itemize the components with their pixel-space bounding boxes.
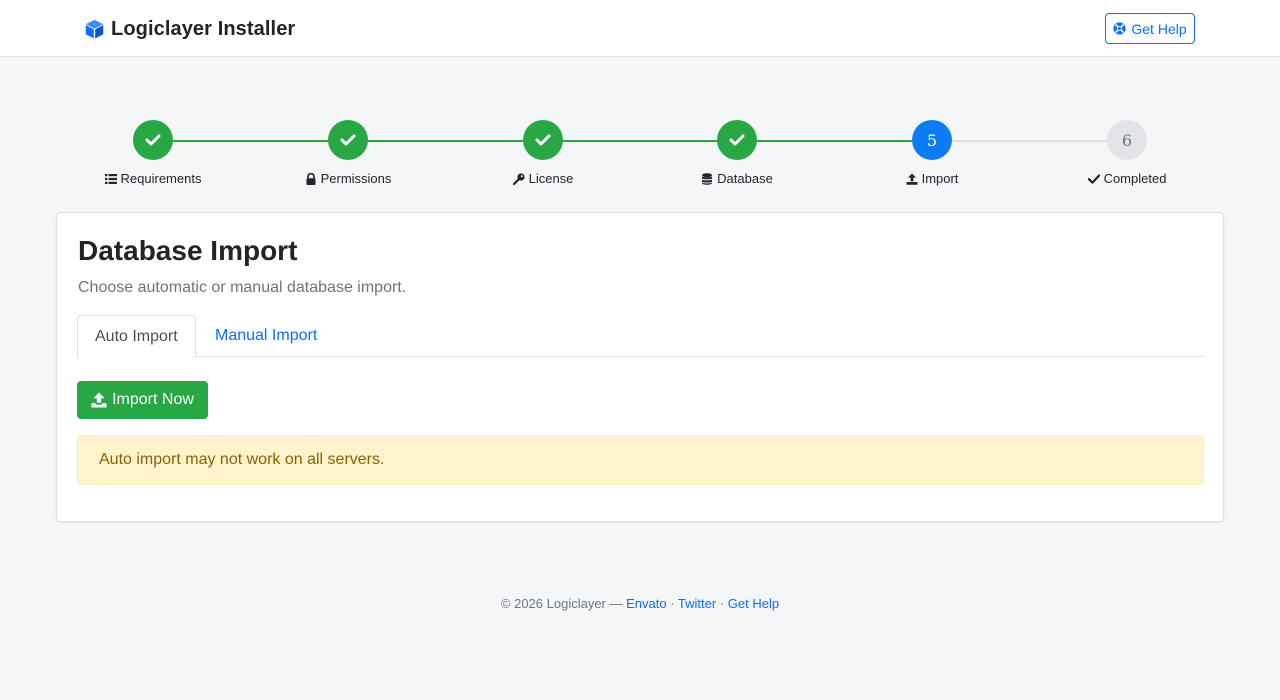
list-icon — [104, 173, 117, 184]
step-circle-done — [328, 120, 368, 160]
get-help-label: Get Help — [1131, 20, 1187, 37]
step-circle-done — [717, 120, 757, 160]
step-circle-pending: 6 — [1107, 120, 1147, 160]
step-number: 6 — [1121, 130, 1133, 150]
import-now-button[interactable]: Import Now — [77, 381, 208, 419]
step-completed[interactable]: 6 Completed — [1047, 120, 1207, 186]
step-number: 5 — [926, 130, 938, 150]
lock-icon — [306, 172, 316, 185]
step-circle-done — [523, 120, 563, 160]
upload-icon — [906, 173, 918, 185]
warning-alert: Auto import may not work on all servers. — [77, 435, 1204, 485]
step-label: Database — [717, 171, 773, 186]
step-label: License — [528, 171, 574, 186]
step-circle-active: 5 — [912, 120, 952, 160]
footer-link-envato[interactable]: Envato — [626, 596, 666, 611]
step-label: Requirements — [120, 171, 202, 186]
footer-separator: · — [716, 596, 728, 611]
page-subtitle: Choose automatic or manual database impo… — [78, 279, 407, 296]
check-icon — [340, 134, 356, 146]
get-help-button[interactable]: Get Help — [1105, 13, 1195, 44]
lifebuoy-icon — [1113, 22, 1126, 35]
database-icon — [702, 172, 713, 185]
footer-link-get-help[interactable]: Get Help — [728, 596, 779, 611]
step-label: Permissions — [320, 171, 392, 186]
step-label: Import — [921, 171, 959, 186]
tab-manual-import[interactable]: Manual Import — [198, 315, 334, 357]
step-license[interactable]: License — [463, 120, 623, 186]
step-import[interactable]: 5 Import — [852, 120, 1012, 186]
footer-copyright: © 2026 Logiclayer — — [500, 596, 627, 611]
installer-stepper: Requirements Permissions License Databas… — [0, 120, 1280, 192]
footer-separator: · — [666, 596, 678, 611]
import-tabs: Auto Import Manual Import — [77, 315, 1204, 358]
step-circle-done — [133, 120, 173, 160]
check-icon — [729, 134, 745, 146]
tab-auto-import[interactable]: Auto Import — [77, 315, 196, 358]
key-icon — [512, 172, 525, 185]
brand[interactable]: Logiclayer Installer — [84, 17, 295, 41]
cube-icon — [85, 19, 104, 39]
footer: © 2026 Logiclayer — Envato · Twitter · G… — [0, 596, 1280, 611]
import-now-label: Import Now — [112, 391, 194, 408]
step-permissions[interactable]: Permissions — [268, 120, 428, 186]
page-title: Database Import — [78, 235, 298, 266]
check-icon — [145, 134, 161, 146]
check-icon — [535, 134, 551, 146]
footer-link-twitter[interactable]: Twitter — [678, 596, 716, 611]
upload-icon — [91, 392, 107, 408]
app-title: Logiclayer Installer — [111, 17, 296, 40]
check-icon — [1087, 174, 1100, 184]
step-label: Completed — [1103, 171, 1167, 186]
database-import-card: Database Import Choose automatic or manu… — [56, 212, 1224, 522]
step-database[interactable]: Database — [657, 120, 817, 186]
step-requirements[interactable]: Requirements — [73, 120, 233, 186]
top-navbar: Logiclayer Installer Get Help — [0, 0, 1280, 57]
